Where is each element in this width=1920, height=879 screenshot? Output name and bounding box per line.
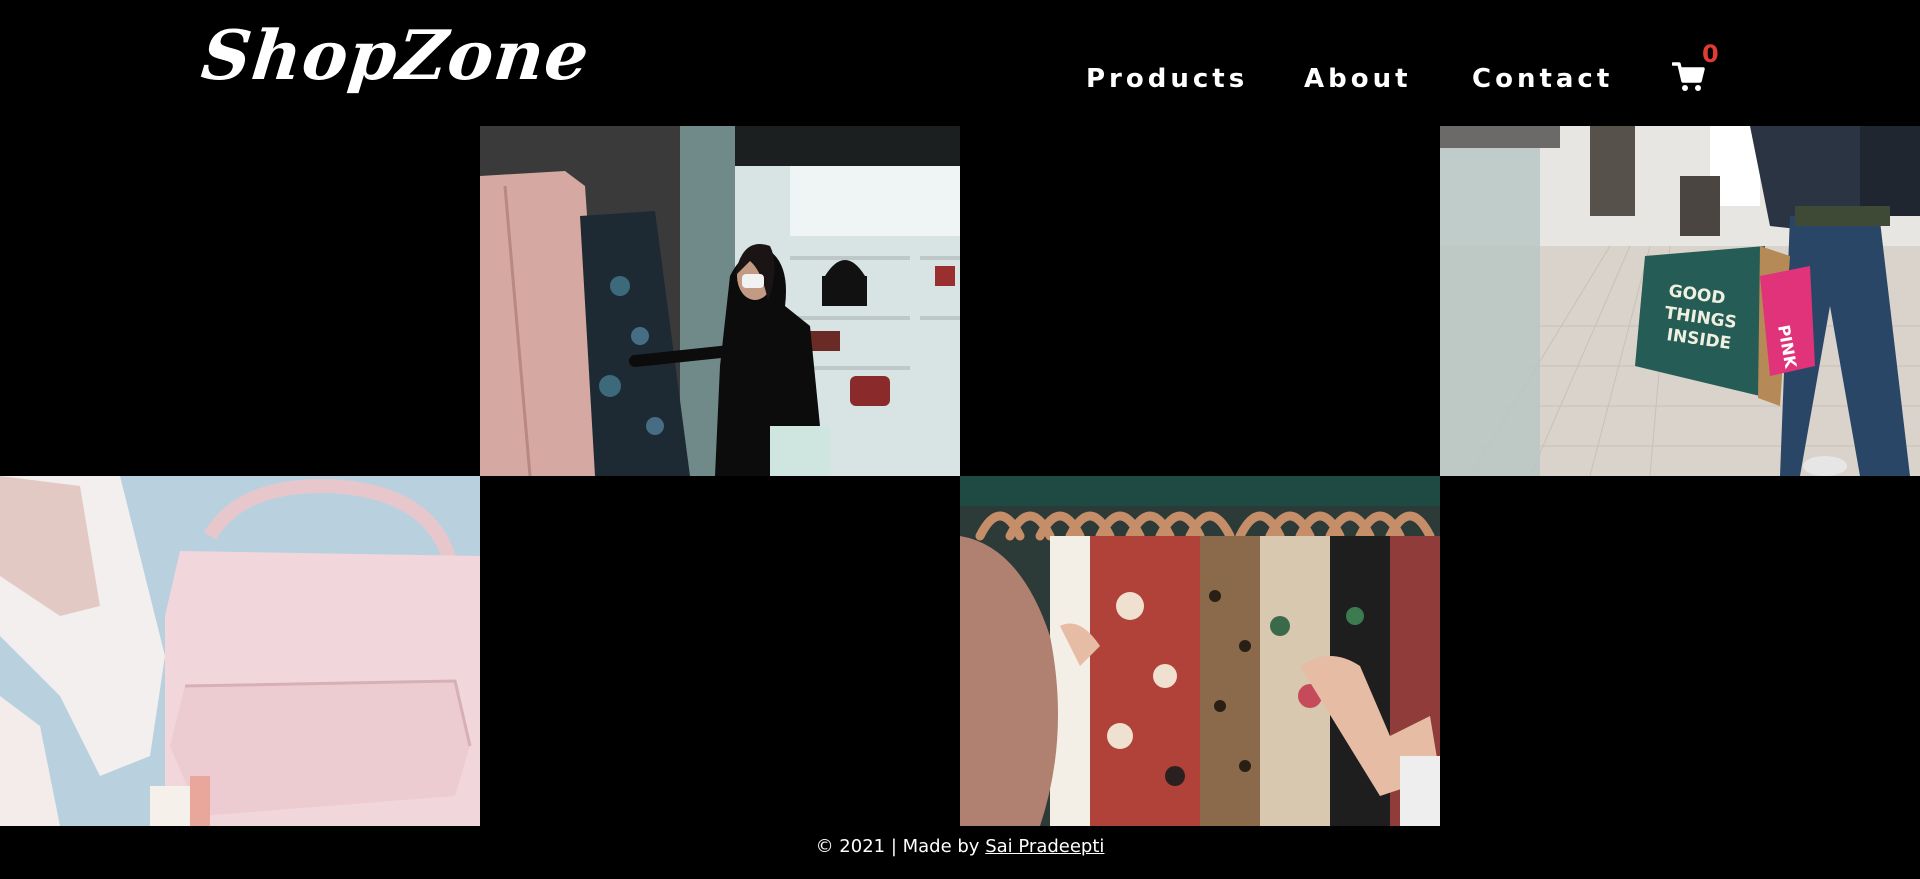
navbar: ShopZone Products About Contact 0 [0, 0, 1920, 126]
pink-handbag-shoe-photo[interactable] [0, 476, 480, 826]
image-gallery: GOOD THINGS INSIDE PINK [0, 126, 1920, 826]
nav-link-about[interactable]: About [1304, 64, 1412, 94]
nav-link-products[interactable]: Products [1086, 64, 1248, 94]
shopping-bags-walking-photo[interactable]: GOOD THINGS INSIDE PINK [1440, 126, 1920, 476]
hangers-clothes-photo[interactable] [960, 476, 1440, 826]
footer: © 2021 | Made by Sai Pradeepti [0, 836, 1920, 857]
footer-copyright: © 2021 | Made by [815, 836, 980, 857]
nav-link-contact[interactable]: Contact [1472, 64, 1613, 94]
cart-count-badge: 0 [1702, 40, 1719, 68]
footer-author-link[interactable]: Sai Pradeepti [985, 836, 1104, 857]
cart-button[interactable] [1671, 62, 1706, 92]
brand-logo[interactable]: ShopZone [198, 16, 594, 96]
cart-icon [1671, 62, 1705, 91]
store-clothing-rack-photo[interactable] [480, 126, 960, 476]
